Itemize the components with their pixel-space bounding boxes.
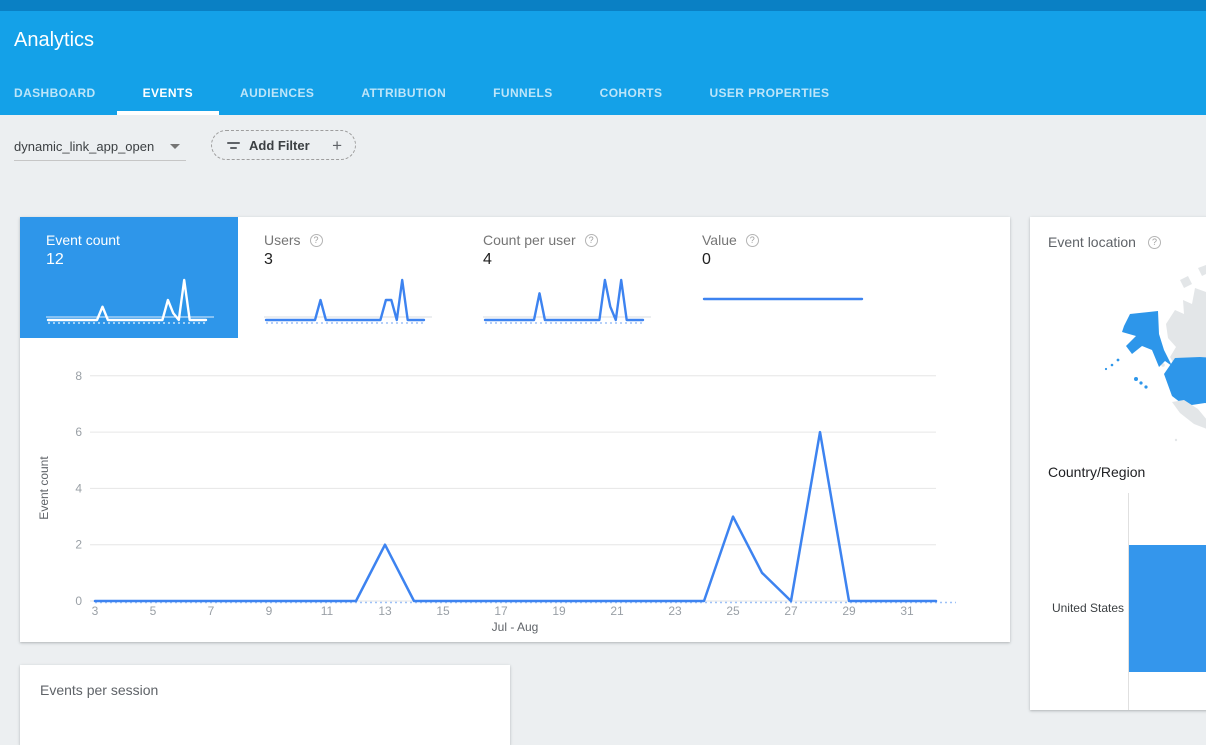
svg-text:31: 31 (900, 604, 914, 618)
tab-user-properties[interactable]: USER PROPERTIES (709, 86, 829, 115)
svg-text:0: 0 (75, 594, 82, 608)
svg-text:21: 21 (610, 604, 624, 618)
svg-text:25: 25 (726, 604, 740, 618)
card-title: Events per session (20, 665, 510, 698)
metric-label: Value (702, 232, 737, 248)
metric-tab-users[interactable]: Users? 3 (238, 217, 457, 338)
tab-events[interactable]: EVENTS (143, 86, 193, 115)
svg-text:Event count: Event count (37, 456, 51, 520)
nav-tabs: DASHBOARD EVENTS AUDIENCES ATTRIBUTION FUNNE… (0, 86, 829, 115)
svg-text:2: 2 (75, 538, 82, 552)
metric-value: 0 (702, 251, 895, 269)
event-selector-value: dynamic_link_app_open (14, 139, 154, 154)
tab-cohorts[interactable]: COHORTS (600, 86, 663, 115)
metric-tabs: Event count12Users?3Count per user?4Valu… (20, 217, 1010, 338)
metric-tab-event-count[interactable]: Event count 12 (20, 217, 238, 338)
svg-text:17: 17 (494, 604, 508, 618)
svg-text:11: 11 (321, 604, 334, 618)
dropdown-caret-icon (170, 144, 180, 149)
metric-label: Event count (46, 232, 120, 248)
svg-text:9: 9 (266, 604, 273, 618)
metric-sparkline (264, 273, 432, 329)
country-row: United States (1030, 545, 1206, 672)
metric-value: 12 (46, 251, 238, 269)
event-selector-dropdown[interactable]: dynamic_link_app_open (14, 133, 186, 161)
map-land-mexico (1172, 400, 1206, 441)
svg-text:6: 6 (75, 425, 82, 439)
svg-text:19: 19 (552, 604, 566, 618)
filter-icon (226, 142, 240, 149)
card-title: Event location (1048, 234, 1136, 250)
map-region-alaska (1105, 311, 1172, 370)
country-region-heading: Country/Region (1048, 464, 1145, 480)
app-header: Analytics DASHBOARD EVENTS AUDIENCES ATTRIB… (0, 11, 1206, 115)
svg-text:8: 8 (75, 369, 82, 383)
help-icon[interactable]: ? (746, 234, 759, 247)
metric-sparkline (702, 273, 870, 329)
svg-text:4: 4 (75, 481, 82, 495)
svg-text:27: 27 (784, 604, 798, 618)
svg-text:15: 15 (436, 604, 450, 618)
north-america-map (1080, 262, 1206, 462)
svg-text:13: 13 (378, 604, 392, 618)
add-filter-button[interactable]: Add Filter + (211, 130, 356, 160)
tab-audiences[interactable]: AUDIENCES (240, 86, 314, 115)
metric-tab-count-per-user[interactable]: Count per user? 4 (457, 217, 676, 338)
svg-text:5: 5 (150, 604, 157, 618)
metric-value: 4 (483, 251, 676, 269)
plus-icon: + (332, 137, 342, 154)
event-location-card: Event location ? (1030, 217, 1206, 710)
help-icon[interactable]: ? (310, 234, 323, 247)
metric-tab-value[interactable]: Value? 0 (676, 217, 895, 338)
svg-text:23: 23 (668, 604, 682, 618)
metric-tabs-filler (895, 217, 1010, 338)
add-filter-label: Add Filter (249, 138, 310, 153)
event-overview-card: Event count12Users?3Count per user?4Valu… (20, 217, 1010, 642)
metric-label: Count per user (483, 232, 576, 248)
page-title: Analytics (14, 29, 94, 52)
country-bar[interactable] (1129, 545, 1206, 672)
tab-funnels[interactable]: FUNNELS (493, 86, 552, 115)
metric-label: Users (264, 232, 301, 248)
svg-text:29: 29 (842, 604, 856, 618)
country-label: United States (1030, 601, 1124, 615)
tab-dashboard[interactable]: DASHBOARD (14, 86, 96, 115)
tab-attribution[interactable]: ATTRIBUTION (361, 86, 446, 115)
help-icon[interactable]: ? (1148, 236, 1161, 249)
metric-sparkline (483, 273, 651, 329)
metric-sparkline (46, 273, 214, 329)
event-count-line-chart: 0 2 4 6 8 3 5 7 9 11 13 15 17 19 21 23 25 27 29 31 Jul - Aug… (20, 338, 1010, 642)
metric-value: 3 (264, 251, 457, 269)
top-strip (0, 0, 1206, 11)
help-icon[interactable]: ? (585, 234, 598, 247)
svg-text:3: 3 (92, 604, 99, 618)
svg-text:7: 7 (208, 604, 215, 618)
events-per-session-card: Events per session (20, 665, 510, 745)
svg-text:Jul - Aug: Jul - Aug (492, 620, 539, 634)
